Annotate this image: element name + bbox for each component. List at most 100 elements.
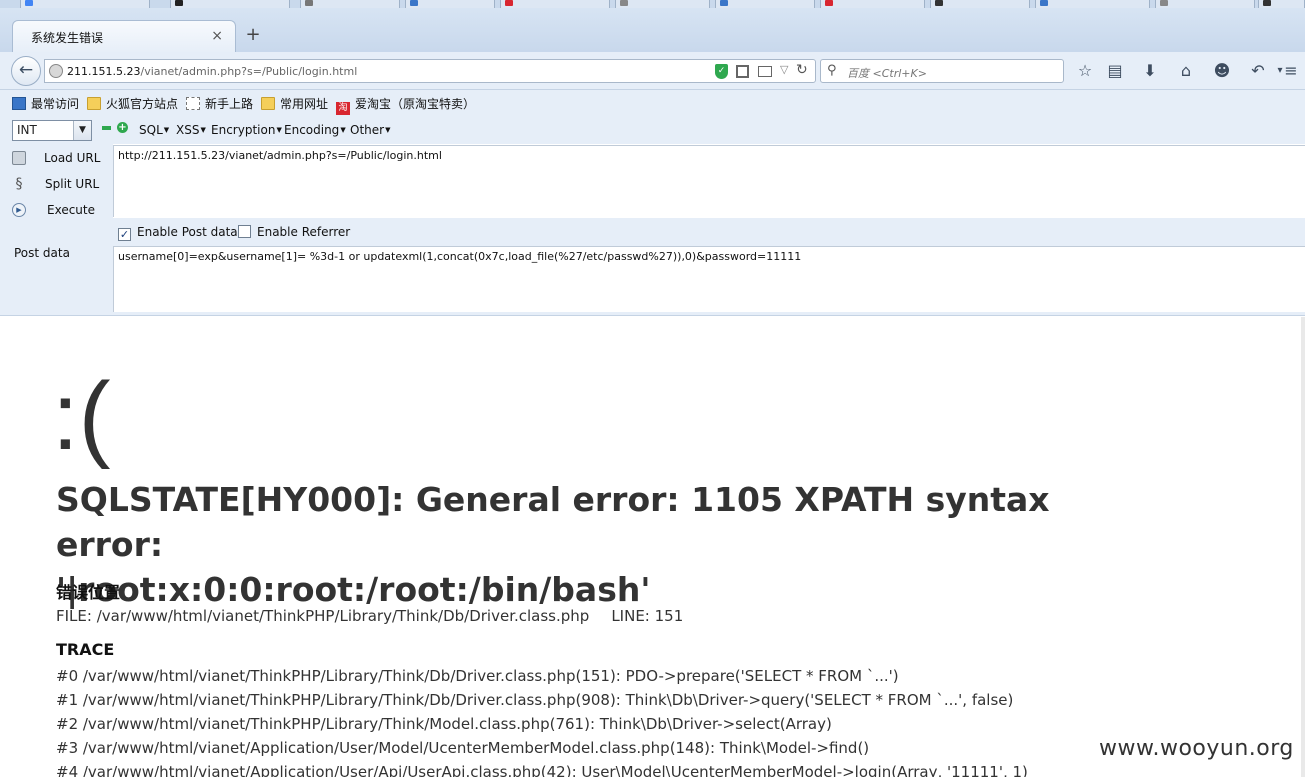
menu-other[interactable]: Other▼ bbox=[350, 123, 390, 137]
caret-down-icon: ▼ bbox=[340, 126, 346, 134]
url-host: 211.151.5.23 bbox=[67, 65, 141, 78]
undo-icon[interactable]: ↶ bbox=[1247, 61, 1269, 81]
hackbar-toolbar: INT ▼ + SQL▼ XSS▼ Encryption▼ Encoding▼ … bbox=[0, 116, 1305, 144]
error-location: FILE: /var/www/html/vianet/ThinkPHP/Libr… bbox=[56, 607, 683, 625]
enable-post-checkbox[interactable]: ✓ Enable Post data bbox=[118, 225, 238, 241]
download-icon[interactable]: ⬇ bbox=[1139, 61, 1161, 81]
search-placeholder: 百度 <Ctrl+K> bbox=[847, 67, 927, 80]
increase-icon[interactable]: + bbox=[117, 122, 128, 133]
sad-face: :( bbox=[52, 363, 111, 470]
back-button[interactable]: ← bbox=[11, 56, 41, 86]
hackbar-url-input[interactable]: http://211.151.5.23/vianet/admin.php?s=/… bbox=[113, 145, 1305, 217]
hackbar-divider bbox=[0, 312, 1305, 316]
menu-sql[interactable]: SQL▼ bbox=[139, 123, 169, 137]
checkbox-unchecked-icon[interactable] bbox=[238, 225, 251, 238]
reader-view-icon[interactable] bbox=[758, 66, 772, 77]
enable-post-label: Enable Post data bbox=[137, 225, 238, 239]
error-line: LINE: 151 bbox=[611, 607, 684, 625]
caret-down-icon: ▼ bbox=[163, 126, 170, 134]
dashed-page-icon bbox=[186, 97, 200, 110]
bookmark-getting-started[interactable]: 新手上路 bbox=[186, 95, 253, 111]
bookmark-most-visited[interactable]: 最常访问 bbox=[12, 95, 79, 111]
enable-referrer-label: Enable Referrer bbox=[257, 225, 351, 239]
most-visited-icon bbox=[12, 97, 26, 110]
menu-xss[interactable]: XSS▼ bbox=[176, 123, 206, 137]
background-tab bbox=[1155, 0, 1255, 8]
caret-down-icon: ▼ bbox=[200, 126, 206, 134]
bookmark-label: 最常访问 bbox=[31, 97, 80, 111]
new-tab-button[interactable]: + bbox=[243, 24, 263, 45]
folder-icon bbox=[87, 97, 101, 110]
bookmarks-toolbar: 最常访问 火狐官方站点 新手上路 常用网址 淘爱淘宝（原淘宝特卖） bbox=[0, 90, 1305, 116]
menu-encryption[interactable]: Encryption▼ bbox=[211, 123, 282, 137]
decrease-icon[interactable] bbox=[102, 126, 111, 130]
trace-heading: TRACE bbox=[56, 640, 115, 659]
bookmark-star-icon[interactable]: ☆ bbox=[1074, 61, 1096, 81]
enable-referrer-checkbox[interactable]: Enable Referrer bbox=[238, 225, 350, 239]
navigation-bar: ← 211.151.5.23/vianet/admin.php?s=/Publi… bbox=[0, 52, 1305, 90]
background-window-tabs bbox=[0, 0, 1305, 8]
vertical-scrollbar[interactable] bbox=[1301, 317, 1305, 777]
bookmark-aitaobao[interactable]: 淘爱淘宝（原淘宝特卖） bbox=[336, 95, 476, 115]
bookmark-firefox-site[interactable]: 火狐官方站点 bbox=[87, 95, 178, 111]
bookmark-common-sites[interactable]: 常用网址 bbox=[261, 95, 328, 111]
error-file: FILE: /var/www/html/vianet/ThinkPHP/Libr… bbox=[56, 607, 590, 625]
location-heading: 错误位置 bbox=[56, 583, 121, 602]
background-tab bbox=[20, 0, 150, 8]
split-url-icon: § bbox=[15, 176, 23, 192]
menu-icon[interactable]: ≡ bbox=[1280, 61, 1302, 81]
background-tab bbox=[615, 0, 710, 8]
chat-icon[interactable]: ☻ bbox=[1211, 61, 1233, 81]
bookmark-label: 爱淘宝（原淘宝特卖） bbox=[355, 97, 476, 111]
trace-item: #2 /var/www/html/vianet/ThinkPHP/Library… bbox=[56, 715, 832, 733]
select-value: INT bbox=[17, 123, 37, 137]
url-path: /vianet/admin.php?s=/Public/login.html bbox=[140, 65, 358, 78]
tab-active[interactable]: 系统发生错误 × bbox=[12, 20, 236, 54]
split-url-label: Split URL bbox=[45, 177, 100, 191]
execute-icon: ▶ bbox=[12, 203, 26, 217]
checkbox-checked-icon[interactable]: ✓ bbox=[118, 228, 131, 241]
background-tab bbox=[715, 0, 815, 8]
menu-label: XSS bbox=[176, 123, 200, 137]
error-message-line2: '|root:x:0:0:root:/root:/bin/bash' bbox=[56, 570, 651, 609]
tab-close-icon[interactable]: × bbox=[211, 28, 223, 44]
post-data-label: Post data bbox=[14, 246, 70, 260]
reload-icon[interactable]: ↻ bbox=[796, 62, 808, 78]
load-url-label: Load URL bbox=[44, 151, 101, 165]
bookmark-label: 常用网址 bbox=[280, 97, 329, 111]
hackbar-type-select[interactable]: INT ▼ bbox=[12, 120, 92, 141]
tab-title: 系统发生错误 bbox=[31, 31, 104, 45]
url-dropdown-icon[interactable]: ▽ bbox=[780, 63, 788, 76]
background-tab bbox=[500, 0, 610, 8]
menu-label: Other bbox=[350, 123, 385, 137]
background-tab bbox=[930, 0, 1030, 8]
background-tab bbox=[405, 0, 495, 8]
chevron-down-icon[interactable]: ▼ bbox=[73, 121, 91, 140]
hackbar-options: ✓ Enable Post data Enable Referrer bbox=[113, 218, 1305, 246]
error-page: :( SQLSTATE[HY000]: General error: 1105 … bbox=[0, 317, 1305, 777]
menu-label: SQL bbox=[139, 123, 163, 137]
background-tab bbox=[300, 0, 400, 8]
url-text[interactable]: 211.151.5.23/vianet/admin.php?s=/Public/… bbox=[67, 65, 357, 78]
background-tab bbox=[820, 0, 925, 8]
background-tab bbox=[170, 0, 290, 8]
load-url-icon bbox=[12, 151, 26, 165]
url-bar[interactable]: 211.151.5.23/vianet/admin.php?s=/Public/… bbox=[44, 59, 816, 83]
bookmarks-list-icon[interactable]: ▤ bbox=[1104, 61, 1126, 81]
menu-encoding[interactable]: Encoding▼ bbox=[284, 123, 346, 137]
qr-code-icon[interactable] bbox=[736, 65, 749, 78]
shield-icon[interactable]: ✓ bbox=[715, 64, 728, 79]
taobao-icon: 淘 bbox=[336, 102, 350, 115]
search-bar[interactable]: ⚲ 百度 <Ctrl+K> bbox=[820, 59, 1064, 83]
post-data-input[interactable]: username[0]=exp&username[1]= %3d-1 or up… bbox=[113, 246, 1305, 312]
site-identity-icon[interactable] bbox=[49, 64, 63, 78]
search-icon: ⚲ bbox=[827, 63, 837, 78]
menu-label: Encryption bbox=[211, 123, 276, 137]
hackbar-actions: Load URL § Split URL ▶ Execute bbox=[0, 144, 113, 314]
bookmark-label: 新手上路 bbox=[205, 97, 254, 111]
home-icon[interactable]: ⌂ bbox=[1175, 61, 1197, 81]
bookmark-label: 火狐官方站点 bbox=[106, 97, 179, 111]
trace-item: #3 /var/www/html/vianet/Application/User… bbox=[56, 739, 870, 757]
error-message-line1: SQLSTATE[HY000]: General error: 1105 XPA… bbox=[56, 480, 1050, 564]
caret-down-icon: ▼ bbox=[276, 126, 282, 134]
